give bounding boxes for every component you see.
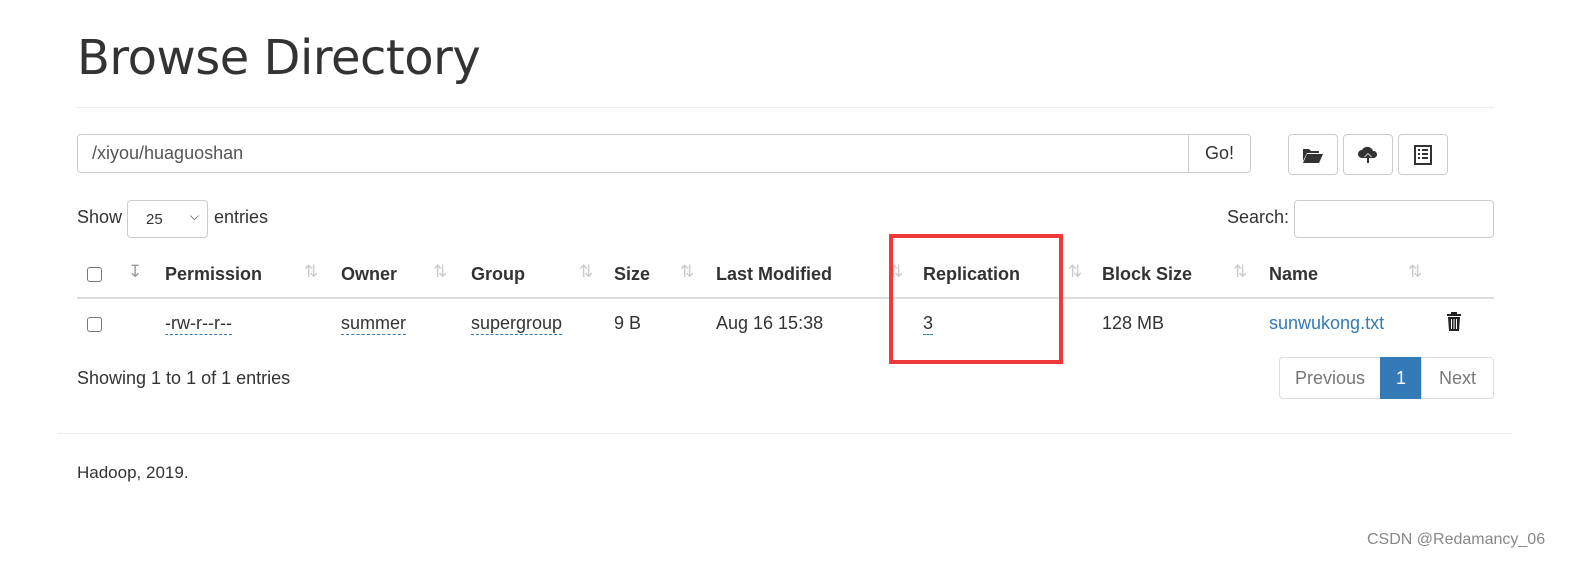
cloud-upload-icon [1358,146,1378,163]
pagination-info: Showing 1 to 1 of 1 entries [77,368,291,388]
column-owner[interactable]: Owner [341,264,397,285]
cut-paste-button[interactable] [1398,134,1448,175]
sort-icon[interactable]: ⇅ [680,262,694,282]
owner-cell[interactable]: summer [341,313,407,335]
path-input[interactable]: /xiyou/huaguoshan [77,134,1189,173]
highlight-box [889,234,1063,364]
chevron-down-icon: ⌵ [189,209,199,223]
select-all-checkbox[interactable] [87,267,102,282]
header-divider [77,297,1494,299]
page-1-button[interactable]: 1 [1380,357,1422,399]
show-label: Show [77,207,123,227]
search-input[interactable] [1294,200,1494,238]
sort-icon[interactable]: ⇅ [1233,262,1247,282]
footer-text: Hadoop, 2019. [77,463,189,482]
column-permission[interactable]: Permission [165,264,262,285]
size-cell: 9 B [614,313,642,333]
sort-icon[interactable]: ⇅ [304,262,318,282]
watermark: CSDN @Redamancy_06 [1367,531,1546,548]
next-button[interactable]: Next [1421,357,1494,399]
sort-icon[interactable]: ⇅ [579,262,593,282]
sort-icon[interactable]: ⇅ [1068,262,1082,282]
column-block-size[interactable]: Block Size [1102,264,1192,285]
trash-icon[interactable] [1446,312,1462,331]
go-button[interactable]: Go! [1188,134,1251,173]
block-size-cell: 128 MB [1102,313,1165,333]
create-directory-button[interactable] [1288,134,1338,175]
divider [77,107,1494,108]
entries-select[interactable]: 25 ⌵ [127,200,208,238]
column-name[interactable]: Name [1269,264,1318,285]
footer-divider [58,433,1513,434]
list-icon [1414,144,1432,165]
upload-button[interactable] [1343,134,1393,175]
sort-icon[interactable]: ⇅ [433,262,447,282]
permission-cell[interactable]: -rw-r--r-- [165,313,232,335]
page-title: Browse Directory [77,30,481,86]
search-label: Search: [1227,207,1290,227]
file-name-link[interactable]: sunwukong.txt [1269,313,1384,334]
entries-value: 25 [146,211,163,228]
previous-button[interactable]: Previous [1279,357,1381,399]
column-group[interactable]: Group [471,264,525,285]
sort-icon[interactable]: ↧ [128,262,142,282]
folder-open-icon [1303,148,1323,163]
column-size[interactable]: Size [614,264,650,285]
sort-icon[interactable]: ⇅ [1408,262,1422,282]
group-cell[interactable]: supergroup [471,313,563,335]
row-checkbox[interactable] [87,317,102,332]
column-last-modified[interactable]: Last Modified [716,264,832,285]
last-modified-cell: Aug 16 15:38 [716,313,824,333]
entries-label: entries [214,207,269,227]
